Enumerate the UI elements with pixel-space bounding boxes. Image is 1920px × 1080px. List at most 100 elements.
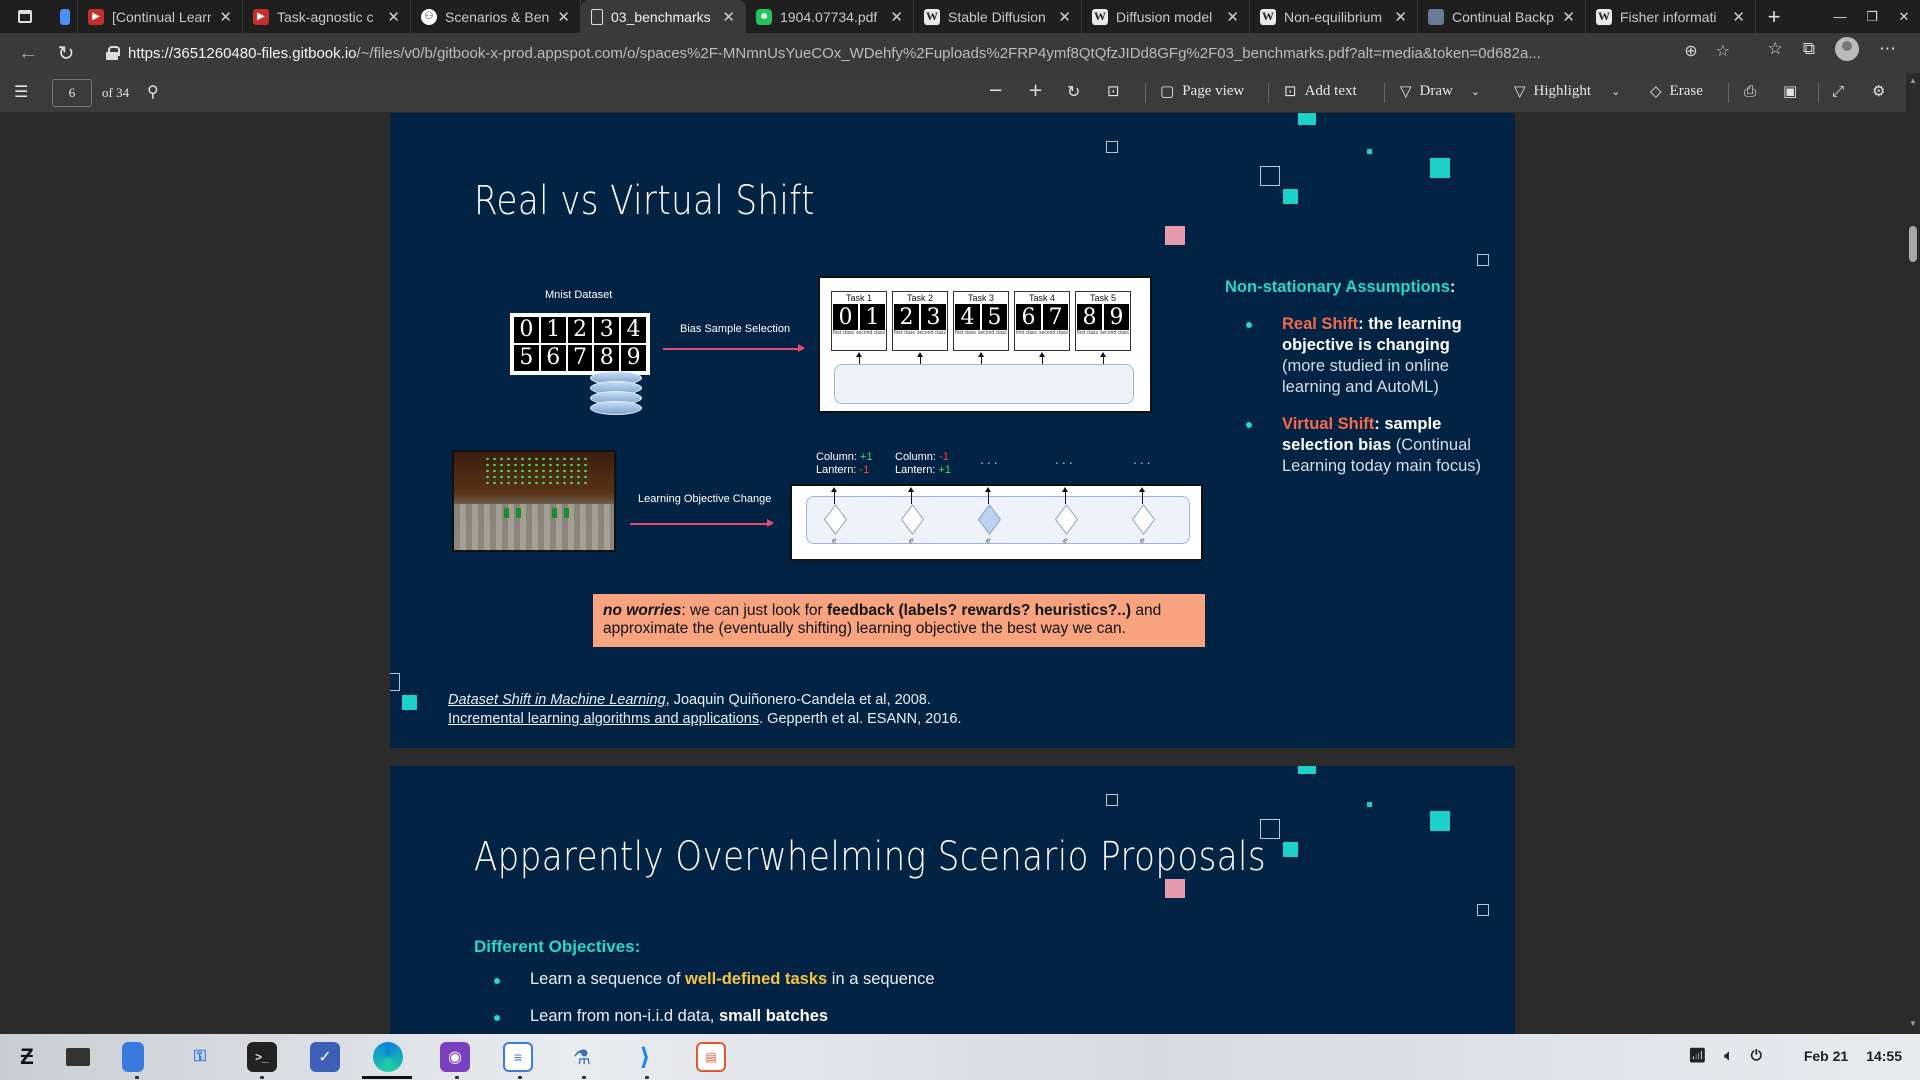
tab-item[interactable] xyxy=(50,0,78,33)
edge-browser-icon[interactable] xyxy=(373,1042,403,1072)
blue-tab-icon xyxy=(60,8,70,25)
github-icon[interactable]: ◉ xyxy=(440,1042,470,1072)
reference-2-link[interactable]: Incremental learning algorithms and appl… xyxy=(448,711,759,727)
rotate-icon[interactable]: ↻ xyxy=(1067,82,1080,101)
erase-button[interactable]: ◇ Erase xyxy=(1650,82,1703,100)
close-tab-icon[interactable]: ✕ xyxy=(1732,8,1745,26)
reference-1-link[interactable]: Dataset Shift in Machine Learning xyxy=(448,692,666,708)
mnist-digit: 0 xyxy=(514,317,539,343)
tab-item[interactable]: Continual Backp ✕ xyxy=(1418,0,1586,33)
close-tab-icon[interactable]: ✕ xyxy=(1562,8,1575,26)
zoom-icon[interactable]: ⊕ xyxy=(1684,41,1697,61)
decor-square xyxy=(1477,254,1489,266)
chevron-down-icon[interactable]: ⌄ xyxy=(1611,85,1620,98)
tasks-check-icon[interactable]: ✓ xyxy=(310,1042,340,1072)
save-icon[interactable]: ▣ xyxy=(1783,82,1797,100)
highlight-button[interactable]: ▽ Highlight ⌄ xyxy=(1514,82,1620,100)
slides-app-icon[interactable]: ▤ xyxy=(696,1042,726,1072)
restore-icon[interactable]: ❐ xyxy=(1856,0,1888,33)
tab-item[interactable]: ▶ Task-agnostic c ✕ xyxy=(243,0,411,33)
decor-square xyxy=(1298,766,1316,774)
print-icon[interactable]: ⎙ xyxy=(1744,82,1756,100)
add-favorite-icon[interactable]: ☆ xyxy=(1716,41,1730,61)
close-tab-icon[interactable]: ✕ xyxy=(890,8,903,26)
volume-icon[interactable]: 🔈︎ xyxy=(1724,1047,1732,1064)
task-box: Task 5 8 9 first class second class xyxy=(1075,291,1131,351)
vscode-icon[interactable]: ⟩ xyxy=(630,1042,660,1072)
tab-item[interactable]: ⚇ Scenarios & Ben ✕ xyxy=(411,0,581,33)
scroll-up-icon[interactable]: ▲ xyxy=(1909,76,1917,85)
image-icon xyxy=(1428,8,1444,25)
profile-avatar[interactable] xyxy=(1835,37,1859,61)
clock[interactable]: 14:55 xyxy=(1866,1048,1902,1064)
scrollbar-thumb[interactable] xyxy=(1909,226,1917,262)
close-tab-icon[interactable]: ✕ xyxy=(219,8,232,26)
new-tab-button[interactable]: + xyxy=(1756,4,1792,30)
back-icon[interactable]: ← xyxy=(10,35,46,71)
document-viewer-icon[interactable]: ≡ xyxy=(503,1042,533,1072)
decor-square xyxy=(1298,113,1316,125)
task-box: Task 4 6 7 first class second class xyxy=(1014,291,1070,351)
more-options-icon[interactable]: ⋯ xyxy=(1879,39,1896,59)
search-icon[interactable]: ⚲ xyxy=(147,82,159,101)
chevron-down-icon[interactable]: ⌄ xyxy=(1471,85,1480,98)
draw-button[interactable]: ▽ Draw ⌄ xyxy=(1400,82,1480,100)
task-digit: 7 xyxy=(1043,304,1068,330)
close-tab-icon[interactable]: ✕ xyxy=(1394,8,1407,26)
tab-actions-menu-icon[interactable] xyxy=(0,0,50,33)
refresh-icon[interactable]: ↻ xyxy=(48,35,84,71)
page-number-input[interactable]: 6 xyxy=(52,79,92,107)
fullscreen-icon[interactable]: ⤢ xyxy=(1832,82,1844,100)
wifi-icon[interactable]: 📶︎ xyxy=(1689,1047,1707,1064)
tab-item[interactable]: W Non-equilibrium ✕ xyxy=(1250,0,1418,33)
close-tab-icon[interactable]: ✕ xyxy=(387,8,400,26)
notes-icon[interactable] xyxy=(122,1042,144,1072)
lock-icon[interactable] xyxy=(106,46,120,60)
wikipedia-icon: W xyxy=(1260,8,1276,25)
task-digit: 9 xyxy=(1104,304,1129,330)
close-tab-icon[interactable]: ✕ xyxy=(1226,8,1239,26)
add-text-button[interactable]: ⊡ Add text xyxy=(1284,82,1357,100)
settings-gear-icon[interactable]: ⚙ xyxy=(1872,82,1885,100)
close-window-icon[interactable]: ✕ xyxy=(1888,0,1920,33)
close-tab-icon[interactable]: ✕ xyxy=(722,8,735,26)
tab-label: [Continual Learn xyxy=(112,8,212,25)
tab-item[interactable]: 03_benchmarks ✕ xyxy=(581,0,746,33)
close-tab-icon[interactable]: ✕ xyxy=(557,8,570,26)
favorites-icon[interactable]: ☆ xyxy=(1768,39,1783,59)
close-tab-icon[interactable]: ✕ xyxy=(1058,8,1071,26)
tab-item[interactable]: W Fisher informati ✕ xyxy=(1586,0,1756,33)
vpn-lock-icon[interactable]: ⚿ xyxy=(185,1042,215,1072)
tab-label: Task-agnostic c xyxy=(277,8,374,25)
encoder-label: e xyxy=(1140,536,1145,545)
science-app-icon[interactable]: ⚗ xyxy=(567,1042,597,1072)
collections-icon[interactable]: ⧉ xyxy=(1803,39,1815,59)
tab-item[interactable]: W Stable Diffusion ✕ xyxy=(914,0,1082,33)
task-digit: 2 xyxy=(894,304,919,330)
tab-item[interactable]: ☻ 1904.07734.pdf ✕ xyxy=(746,0,914,33)
tab-item[interactable]: W Diffusion model ✕ xyxy=(1082,0,1250,33)
url-field[interactable]: https://3651260480-files.gitbook.io/~/fi… xyxy=(106,37,1706,69)
files-icon[interactable] xyxy=(66,1048,90,1066)
zoom-out-icon[interactable]: − xyxy=(988,80,1003,101)
page-total: of 34 xyxy=(102,85,130,100)
tab-item[interactable]: ▶ [Continual Learn ✕ xyxy=(78,0,243,33)
different-objectives-heading: Different Objectives: xyxy=(474,937,641,956)
task1-rewards: Column: +1 Lantern: -1 xyxy=(816,451,873,476)
date[interactable]: Feb 21 xyxy=(1804,1048,1848,1064)
highlight-icon: ▽ xyxy=(1514,82,1526,100)
task-digit: 3 xyxy=(921,304,946,330)
encoder-label: e xyxy=(909,536,914,545)
terminal-icon[interactable]: >_ xyxy=(247,1042,277,1072)
minimize-icon[interactable]: — xyxy=(1824,0,1856,33)
fit-page-icon[interactable]: ⊡ xyxy=(1107,82,1120,100)
scroll-down-icon[interactable]: ▼ xyxy=(1909,1019,1917,1028)
page-view-button[interactable]: ▢ Page view xyxy=(1160,82,1244,100)
decor-square xyxy=(1260,166,1280,186)
zoom-in-icon[interactable]: + xyxy=(1028,80,1043,101)
power-icon[interactable]: ⏻ xyxy=(1751,1047,1762,1064)
vertical-scrollbar[interactable]: ▲ ▼ xyxy=(1906,73,1920,1033)
bias-sample-label: Bias Sample Selection xyxy=(680,323,791,335)
table-of-contents-icon[interactable]: ☰ xyxy=(14,82,28,101)
launcher-icon[interactable]: Ƶ xyxy=(12,1042,42,1072)
